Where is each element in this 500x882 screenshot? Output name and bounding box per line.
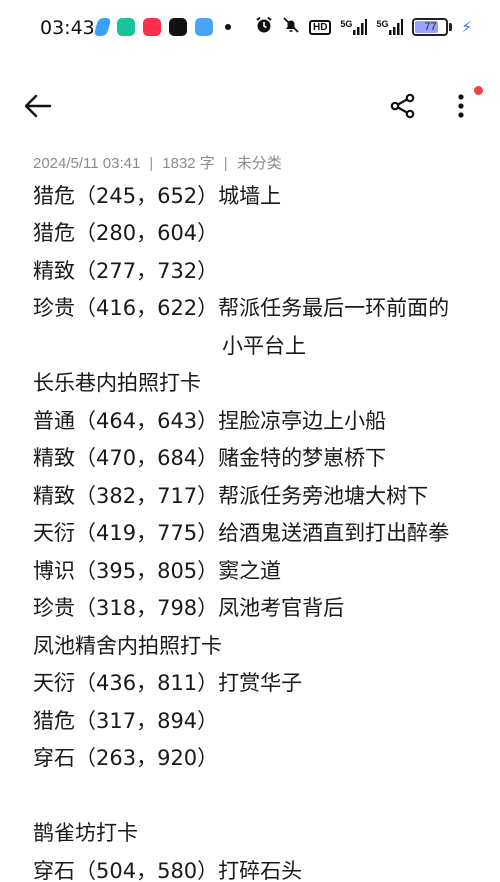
wallet-app-icon bbox=[117, 18, 135, 36]
notification-app-icons bbox=[93, 18, 231, 36]
battery-cap bbox=[449, 23, 453, 31]
note-line: 凤池精舍内拍照打卡 bbox=[33, 634, 222, 658]
note-line: 精致（470，684）赌金特的梦崽桥下 bbox=[33, 446, 387, 470]
hd-icon: HD bbox=[308, 19, 332, 35]
note-line-wrap: 小平台上 bbox=[222, 334, 306, 358]
note-line: 猎危（245，652）城墙上 bbox=[33, 184, 282, 208]
note-line: 普通（464，643）捏脸凉亭边上小船 bbox=[33, 409, 387, 433]
more-vertical-icon bbox=[458, 94, 464, 118]
arrow-left-icon bbox=[24, 94, 52, 118]
map-app-icon bbox=[195, 18, 213, 36]
note-line: 精致（277，732） bbox=[33, 259, 219, 283]
note-line: 猎危（280，604） bbox=[33, 221, 219, 245]
note-line: 穿石（504，580）打碎石头 bbox=[33, 859, 303, 882]
signal-5g-icon-2: 5G bbox=[376, 19, 404, 35]
note-line: 鹊雀坊打卡 bbox=[33, 821, 138, 845]
status-bar: 03:43 HD 5G 5G 77 ⚡ bbox=[0, 0, 500, 58]
note-line: 精致（382，717）帮派任务旁池塘大树下 bbox=[33, 484, 429, 508]
charging-bolt-icon: ⚡ bbox=[461, 18, 472, 36]
status-time: 03:43 bbox=[40, 17, 95, 39]
battery-percent: 77 bbox=[424, 21, 437, 33]
meta-separator: | bbox=[149, 155, 154, 172]
note-line: 猎危（317，894） bbox=[33, 709, 219, 733]
top-toolbar bbox=[0, 78, 500, 134]
feather-app-icon bbox=[93, 18, 112, 36]
note-body[interactable]: 猎危（245，652）城墙上 猎危（280，604） 精致（277，732） 珍… bbox=[0, 178, 500, 882]
more-options-button[interactable] bbox=[446, 88, 476, 124]
note-line: 长乐巷内拍照打卡 bbox=[33, 371, 201, 395]
signal-5g-icon-1: 5G bbox=[340, 19, 368, 35]
back-button[interactable] bbox=[20, 90, 56, 122]
meta-separator: | bbox=[223, 155, 228, 172]
alarm-icon bbox=[255, 16, 273, 38]
note-line: 穿石（263，920） bbox=[33, 746, 219, 770]
network-label-2: 5G bbox=[376, 19, 389, 29]
note-line: 天衍（436，811）打赏华子 bbox=[33, 671, 303, 695]
share-icon bbox=[390, 93, 415, 119]
battery-icon: 77 bbox=[412, 18, 449, 36]
note-category[interactable]: 未分类 bbox=[237, 155, 282, 172]
network-label-1: 5G bbox=[340, 19, 353, 29]
notification-red-dot bbox=[474, 86, 483, 95]
battery-group: 77 bbox=[412, 18, 453, 36]
share-button[interactable] bbox=[386, 90, 420, 122]
note-line: 天衍（419，775）给酒鬼送酒直到打出醉拳 bbox=[33, 521, 450, 545]
note-line: 博识（395，805）窦之道 bbox=[33, 559, 282, 583]
note-line: 珍贵（416，622）帮派任务最后一环前面的 bbox=[33, 296, 450, 320]
note-date: 2024/5/11 03:41 bbox=[33, 155, 141, 172]
xiaohongshu-app-icon bbox=[143, 18, 161, 36]
douyin-app-icon bbox=[169, 18, 187, 36]
system-icons: HD 5G 5G 77 ⚡ bbox=[255, 16, 472, 38]
more-notifications-dot bbox=[225, 24, 231, 30]
mute-bell-icon bbox=[282, 16, 300, 38]
note-char-count: 1832 字 bbox=[162, 155, 215, 172]
note-line: 珍贵（318，798）凤池考官背后 bbox=[33, 596, 345, 620]
note-meta: 2024/5/11 03:41 | 1832 字 | 未分类 bbox=[33, 152, 282, 173]
